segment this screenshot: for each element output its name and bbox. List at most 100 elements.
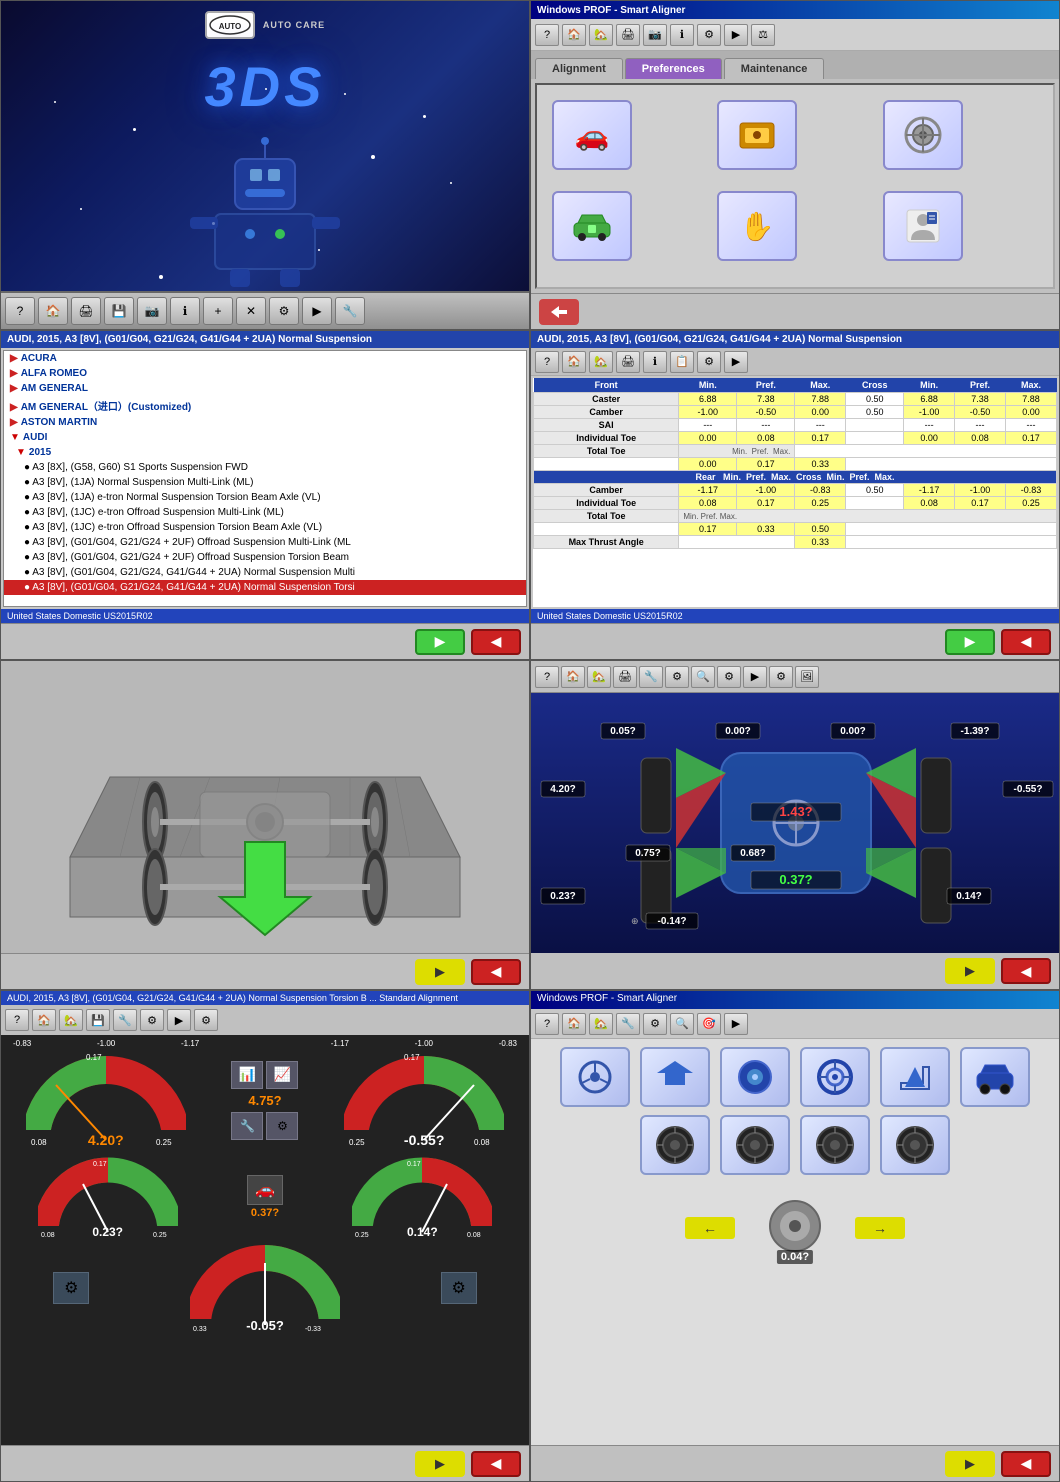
list-item-alfa[interactable]: ▶ALFA ROMEO xyxy=(4,366,526,381)
align-back-btn[interactable]: ◀ xyxy=(1001,629,1051,655)
g-gear[interactable]: ⚙ xyxy=(140,1009,164,1031)
tool-rim[interactable] xyxy=(800,1047,870,1107)
p2-info[interactable]: ℹ xyxy=(670,24,694,46)
pref-icon-settings[interactable] xyxy=(717,100,797,170)
add-btn[interactable]: + xyxy=(203,297,233,325)
tab-maintenance[interactable]: Maintenance xyxy=(724,58,825,79)
p2-home[interactable]: 🏠 xyxy=(562,24,586,46)
mid-icon4[interactable]: ⚙ xyxy=(266,1112,298,1140)
list-item-amgen[interactable]: ▶AM GENERAL xyxy=(4,381,526,396)
p2-scale[interactable]: ⚖ xyxy=(751,24,775,46)
la-settings2[interactable]: ⚙ xyxy=(769,666,793,688)
at-print[interactable]: 🖨 xyxy=(616,351,640,373)
g-arrow[interactable]: ▶ xyxy=(167,1009,191,1031)
list-item-aston[interactable]: ▶ASTON MARTIN xyxy=(4,415,526,430)
tool-steering[interactable] xyxy=(560,1047,630,1107)
camera-btn[interactable]: 📷 xyxy=(137,297,167,325)
list-item-a3-8v-1jc-vl[interactable]: ● A3 [8V], (1JC) e-tron Offroad Suspensi… xyxy=(4,520,526,535)
t-arrow[interactable]: ▶ xyxy=(724,1013,748,1035)
t-house[interactable]: 🏡 xyxy=(589,1013,613,1035)
home-btn[interactable]: 🏠 xyxy=(38,297,68,325)
g-save[interactable]: 💾 xyxy=(86,1009,110,1031)
la-help[interactable]: ? xyxy=(535,666,559,688)
mid-icon3[interactable]: 🔧 xyxy=(231,1112,263,1140)
tool-align-car[interactable] xyxy=(960,1047,1030,1107)
tools-back-btn[interactable]: ◀ xyxy=(1001,1451,1051,1477)
pref-icon-wheel[interactable] xyxy=(883,100,963,170)
mid-icon1[interactable]: 📊 xyxy=(231,1061,263,1089)
arrow-btn[interactable]: ▶ xyxy=(302,297,332,325)
p2-help[interactable]: ? xyxy=(535,24,559,46)
at-gear[interactable]: ⚙ xyxy=(697,351,721,373)
tab-preferences[interactable]: Preferences xyxy=(625,58,722,79)
live-back-btn[interactable]: ◀ xyxy=(1001,958,1051,984)
g-settings[interactable]: ⚙ xyxy=(194,1009,218,1031)
la-wrench[interactable]: 🔧 xyxy=(639,666,663,688)
list-item-a3-8v-1jc-ml[interactable]: ● A3 [8V], (1JC) e-tron Offroad Suspensi… xyxy=(4,505,526,520)
help-btn[interactable]: ? xyxy=(5,297,35,325)
list-item-a3-8v-1ja-etron[interactable]: ● A3 [8V], (1JA) e-tron Normal Suspensio… xyxy=(4,490,526,505)
la-arrow[interactable]: ▶ xyxy=(743,666,767,688)
p2-house[interactable]: 🏡 xyxy=(589,24,613,46)
g-icon-wheel2[interactable]: ⚙ xyxy=(441,1272,477,1304)
p2-print[interactable]: 🖨 xyxy=(616,24,640,46)
list-item-a3-8x[interactable]: ● A3 [8X], (G58, G60) S1 Sports Suspensi… xyxy=(4,460,526,475)
pref-icon-profile[interactable] xyxy=(883,191,963,261)
gauges-yellow-btn[interactable]: ▶ xyxy=(415,1451,465,1477)
p2-camera[interactable]: 📷 xyxy=(643,24,667,46)
at-arrow[interactable]: ▶ xyxy=(724,351,748,373)
at-help[interactable]: ? xyxy=(535,351,559,373)
la-gear[interactable]: ⚙ xyxy=(717,666,741,688)
list-item-a3-g01-tb[interactable]: ● A3 [8V], (G01/G04, G21/G24 + 2UF) Offr… xyxy=(4,550,526,565)
vlist-go-btn[interactable]: ▶ xyxy=(415,629,465,655)
g-house[interactable]: 🏡 xyxy=(59,1009,83,1031)
p2-arrow[interactable]: ▶ xyxy=(724,24,748,46)
list-item-a3-g01-normal-ml[interactable]: ● A3 [8V], (G01/G04, G21/G24, G41/G44 + … xyxy=(4,565,526,580)
t-home[interactable]: 🏠 xyxy=(562,1013,586,1035)
t-wrench[interactable]: 🔧 xyxy=(616,1013,640,1035)
g-wrench[interactable]: 🔧 xyxy=(113,1009,137,1031)
t-target[interactable]: 🎯 xyxy=(697,1013,721,1035)
g-home[interactable]: 🏠 xyxy=(32,1009,56,1031)
at-home[interactable]: 🏠 xyxy=(562,351,586,373)
list-item-acura[interactable]: ▶ACURA xyxy=(4,351,526,366)
list-item-a3-8v-1ja[interactable]: ● A3 [8V], (1JA) Normal Suspension Multi… xyxy=(4,475,526,490)
yellow-arrow-left[interactable]: ← xyxy=(685,1217,735,1239)
tool-wheel-blue[interactable] xyxy=(720,1047,790,1107)
la-zoom[interactable]: 🔍 xyxy=(691,666,715,688)
la-house[interactable]: 🏡 xyxy=(587,666,611,688)
g-icon-wheel1[interactable]: ⚙ xyxy=(53,1272,89,1304)
pref-icon-car[interactable]: 🚗 xyxy=(552,100,632,170)
wheel3d-back-btn[interactable]: ◀ xyxy=(471,959,521,985)
la-config[interactable]: 🖼 xyxy=(795,666,819,688)
info-btn[interactable]: ℹ xyxy=(170,297,200,325)
tab-alignment[interactable]: Alignment xyxy=(535,58,623,79)
t-help[interactable]: ? xyxy=(535,1013,559,1035)
t-gear[interactable]: ⚙ xyxy=(643,1013,667,1035)
list-item-2015[interactable]: ▼2015 xyxy=(4,445,526,460)
p2-gear[interactable]: ⚙ xyxy=(697,24,721,46)
mid-car-icon[interactable]: 🚗 xyxy=(247,1175,283,1205)
save-btn[interactable]: 💾 xyxy=(104,297,134,325)
settings-btn[interactable]: ⚙ xyxy=(269,297,299,325)
tool-angle[interactable] xyxy=(880,1047,950,1107)
tool-tire4[interactable] xyxy=(880,1115,950,1175)
yellow-arrow-right[interactable]: → xyxy=(855,1217,905,1239)
list-item-amgen-custom[interactable]: ▶AM GENERAL（进口）(Customized) xyxy=(4,396,526,415)
mid-icon2[interactable]: 📈 xyxy=(266,1061,298,1089)
gauges-back-btn[interactable]: ◀ xyxy=(471,1451,521,1477)
pref-icon-service[interactable] xyxy=(552,191,632,261)
list-item-audi[interactable]: ▼AUDI xyxy=(4,430,526,445)
wheel3d-yellow-btn[interactable]: ▶ xyxy=(415,959,465,985)
tool-tire1[interactable] xyxy=(640,1115,710,1175)
la-spanner[interactable]: ⚙ xyxy=(665,666,689,688)
vlist-back-btn[interactable]: ◀ xyxy=(471,629,521,655)
print-btn[interactable]: 🖨 xyxy=(71,297,101,325)
vlist-body[interactable]: ▶ACURA ▶ALFA ROMEO ▶AM GENERAL ▶AM GENER… xyxy=(3,350,527,607)
t-zoom[interactable]: 🔍 xyxy=(670,1013,694,1035)
tool-arrow[interactable] xyxy=(640,1047,710,1107)
g-help[interactable]: ? xyxy=(5,1009,29,1031)
live-yellow-btn[interactable]: ▶ xyxy=(945,958,995,984)
close-btn[interactable]: ✕ xyxy=(236,297,266,325)
align-go-btn[interactable]: ▶ xyxy=(945,629,995,655)
